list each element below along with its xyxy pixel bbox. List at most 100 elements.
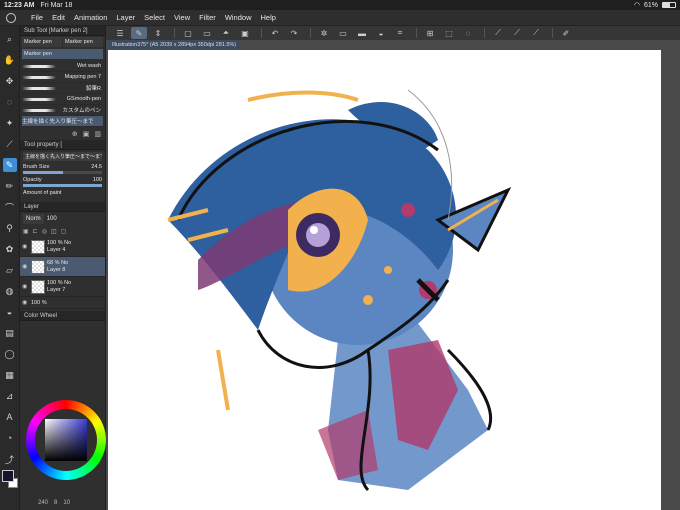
clear-icon[interactable]: ▭ xyxy=(335,27,351,39)
pen-mode-icon[interactable]: ✎ xyxy=(131,27,147,39)
app-logo-icon[interactable] xyxy=(6,12,16,23)
opacity-slider[interactable] xyxy=(23,184,102,187)
menu-file[interactable]: File xyxy=(31,13,43,22)
layer-mode: No xyxy=(64,240,72,246)
text-icon[interactable]: A xyxy=(3,410,17,424)
layer-thumbnail xyxy=(31,279,45,294)
layer-row-selected[interactable]: ◉ 68 % No Layer 8 xyxy=(20,257,105,277)
blend-mode-select[interactable]: Norm xyxy=(23,214,44,224)
fill-tool-icon[interactable]: ◒ xyxy=(3,305,17,319)
bucket-icon[interactable]: ◒ xyxy=(373,27,389,39)
copy-subtool-icon[interactable]: ▣ xyxy=(83,130,90,138)
pencil-tool-icon[interactable]: ✏ xyxy=(3,179,17,193)
pen-tool-icon[interactable]: ✎ xyxy=(2,158,17,172)
decoration-icon[interactable]: ✿ xyxy=(3,242,17,256)
magic-wand-icon[interactable]: ✦ xyxy=(3,116,17,130)
edit-note-icon[interactable]: ✐ xyxy=(558,27,574,39)
menu-select[interactable]: Select xyxy=(144,13,165,22)
settings-gear-icon[interactable]: ✲ xyxy=(316,27,332,39)
layer-row[interactable]: ◉ 100 % No Layer 7 xyxy=(20,277,105,297)
clip-icon[interactable]: ⊏ xyxy=(33,228,38,235)
eyedropper-icon[interactable]: ⟋ xyxy=(3,137,17,151)
lasso-icon[interactable]: ◌ xyxy=(460,27,476,39)
ruler-edit-icon[interactable]: ⟋ xyxy=(509,27,525,39)
mask-icon[interactable]: ◫ xyxy=(51,228,57,235)
layer-name: Layer 8 xyxy=(47,267,66,273)
layer-mode-row: Norm 100 xyxy=(20,212,105,226)
menu-layer[interactable]: Layer xyxy=(116,13,135,22)
subtool-tab-3[interactable]: Marker pen xyxy=(22,49,103,59)
menu-edit[interactable]: Edit xyxy=(52,13,65,22)
eye-icon[interactable]: ◉ xyxy=(22,263,29,270)
new-file-icon[interactable]: ▢ xyxy=(180,27,196,39)
brush-size-slider[interactable] xyxy=(23,171,102,174)
brush-size-value[interactable]: 24.5 xyxy=(91,164,102,170)
menu-view[interactable]: View xyxy=(174,13,190,22)
color-wheel[interactable] xyxy=(26,400,106,480)
fill-icon[interactable]: ▬ xyxy=(354,27,370,39)
ref-icon[interactable]: ◎ xyxy=(42,228,47,235)
layer-header-label: Layer xyxy=(24,203,40,210)
brush-item[interactable]: 鉛筆R xyxy=(22,83,103,94)
eraser-icon[interactable]: ▱ xyxy=(3,263,17,277)
subtool-tab-1[interactable]: Marker pen xyxy=(22,37,62,47)
gradient-icon[interactable]: ▤ xyxy=(3,326,17,340)
frame-icon[interactable]: ▦ xyxy=(3,368,17,382)
ruler-show-icon[interactable]: ⟋ xyxy=(528,27,544,39)
export-icon[interactable]: ⏶ xyxy=(218,27,234,39)
lock-icon[interactable]: ▣ xyxy=(23,228,29,235)
layer-row[interactable]: ◉ 100 % No Layer 4 xyxy=(20,237,105,257)
toggle-icon[interactable]: ⇕ xyxy=(150,27,166,39)
menu-window[interactable]: Window xyxy=(225,13,252,22)
toolprop-header-label: Tool property [ xyxy=(24,141,63,148)
zoom-icon[interactable]: ⌕ xyxy=(3,32,17,46)
brush-item-selected[interactable]: 主線を描く先入り筆圧〜まで xyxy=(22,116,103,127)
lasso-select-icon[interactable]: ◌ xyxy=(3,95,17,109)
brush-tool-icon[interactable]: ⌒ xyxy=(3,200,17,214)
undo-icon[interactable]: ↶ xyxy=(267,27,283,39)
layer-opacity-value[interactable]: 100 xyxy=(47,216,57,222)
add-subtool-icon[interactable]: ⊕ xyxy=(72,130,78,138)
hand-icon[interactable]: ✋ xyxy=(3,53,17,67)
airbrush-icon[interactable]: ⚲ xyxy=(3,221,17,235)
correct-line-icon[interactable]: ⤴ xyxy=(3,452,17,466)
menu-filter[interactable]: Filter xyxy=(199,13,216,22)
subtool-tab-2[interactable]: Marker pen xyxy=(63,37,103,47)
marquee-icon[interactable]: ⬚ xyxy=(441,27,457,39)
subtool-header-label: Sub Tool [Marker pen 2] xyxy=(24,27,88,34)
move-icon[interactable]: ✥ xyxy=(3,74,17,88)
opacity-value[interactable]: 100 xyxy=(93,177,102,183)
ruler-tool-icon[interactable]: ⊿ xyxy=(3,389,17,403)
brush-item[interactable]: カスタムのペン xyxy=(22,105,103,116)
open-folder-icon[interactable]: ▭ xyxy=(199,27,215,39)
layer-row[interactable]: ◉ 100 % xyxy=(20,297,105,309)
redo-icon[interactable]: ↷ xyxy=(286,27,302,39)
brush-label: カスタムのペン xyxy=(62,108,101,114)
hamburger-menu-icon[interactable]: ☰ xyxy=(112,27,128,39)
delete-subtool-icon[interactable]: ▥ xyxy=(94,130,101,138)
save-icon[interactable]: ▣ xyxy=(237,27,253,39)
new-layer-icon[interactable]: ▢ xyxy=(61,228,67,235)
balloon-icon[interactable]: ◔ xyxy=(3,431,17,445)
brush-item[interactable]: GSmooth-pen xyxy=(22,94,103,105)
blend-icon[interactable]: ◍ xyxy=(3,284,17,298)
document-tab[interactable]: Illustration375* (A5 2039 x 2894px 350dp… xyxy=(108,40,241,49)
eye-icon[interactable]: ◉ xyxy=(22,283,29,290)
main-color-swatch[interactable] xyxy=(2,470,14,482)
figure-icon[interactable]: ◯ xyxy=(3,347,17,361)
color-wheel-header: Color Wheel xyxy=(20,311,105,321)
layer-options: ▣ ⊏ ◎ ◫ ▢ xyxy=(20,226,105,237)
saturation-value-square[interactable] xyxy=(45,419,87,461)
ruler-icon[interactable]: ⟋ xyxy=(490,27,506,39)
transform-icon[interactable]: ⌗ xyxy=(392,27,408,39)
menu-animation[interactable]: Animation xyxy=(74,13,107,22)
menu-help[interactable]: Help xyxy=(261,13,276,22)
brush-item[interactable]: Mapping pen 7 xyxy=(22,72,103,83)
eye-icon[interactable]: ◉ xyxy=(22,299,29,306)
drawing-canvas[interactable] xyxy=(108,50,661,510)
eye-icon[interactable]: ◉ xyxy=(22,243,29,250)
brush-item[interactable]: Wet wash xyxy=(22,61,103,72)
layer-thumbnail xyxy=(31,239,45,254)
bottom-size: 240 xyxy=(38,500,49,506)
grid-icon[interactable]: ⊞ xyxy=(422,27,438,39)
